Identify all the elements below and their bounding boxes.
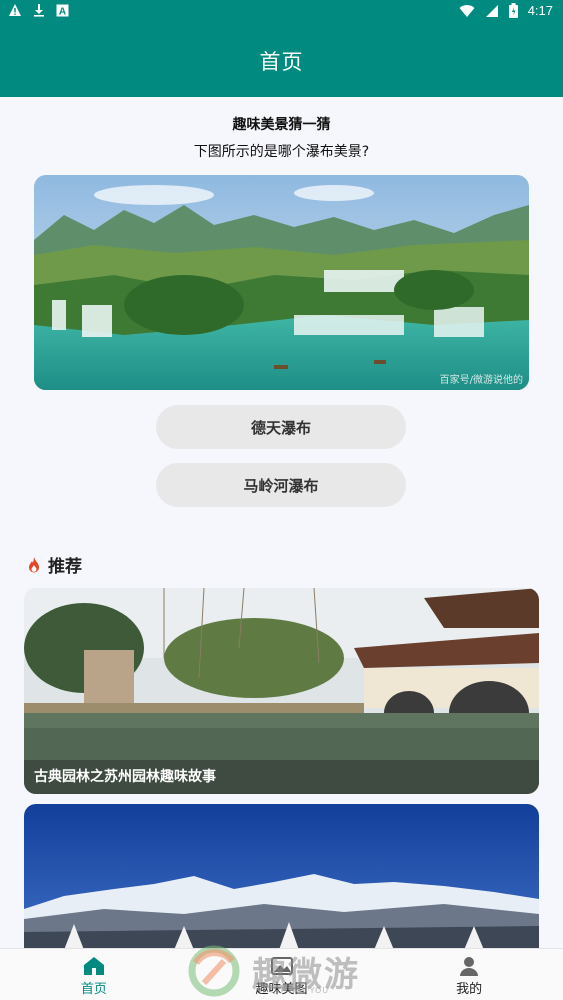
home-icon (83, 957, 104, 975)
recommend-card[interactable] (24, 804, 539, 950)
a-box-icon: A (56, 4, 69, 17)
battery-icon (508, 3, 518, 18)
fire-icon (29, 556, 39, 572)
nav-gallery[interactable]: 趣味美图 (188, 949, 376, 1000)
svg-text:A: A (59, 6, 66, 17)
recommend-card-caption: 古典园林之苏州园林趣味故事 (24, 760, 539, 794)
recommend-header: 推荐 (26, 552, 82, 577)
status-bar: A 4:17 (0, 0, 563, 24)
download-icon (34, 4, 44, 17)
app-bar: 首页 (0, 24, 563, 97)
clock: 4:17 (527, 3, 553, 18)
nav-profile-label: 我的 (456, 982, 483, 997)
page-title: 首页 (259, 49, 304, 74)
quiz-waterfall-image: 百家号/微游说他的 (34, 175, 529, 390)
nav-home-label: 首页 (80, 982, 107, 997)
nav-home[interactable]: 首页 (0, 949, 188, 1000)
quiz-question: 下图所示的是哪个瀑布美景? (193, 144, 370, 160)
wifi-icon (459, 4, 475, 17)
nav-profile[interactable]: 我的 (375, 949, 563, 1000)
option-button-2[interactable]: 马岭河瀑布 (156, 463, 406, 507)
recommend-title: 推荐 (48, 557, 82, 577)
nav-gallery-label: 趣味美图 (255, 982, 308, 997)
quiz-heading: 趣味美景猜一猜 (232, 117, 331, 133)
option-button-1[interactable]: 德天瀑布 (156, 405, 406, 449)
warning-icon (9, 4, 21, 16)
person-icon (460, 957, 479, 976)
image-icon (270, 957, 293, 975)
image-watermark: 百家号/微游说他的 (439, 375, 523, 386)
bottom-nav: 首页 趣味美图 我的 (0, 948, 563, 1000)
signal-icon (485, 4, 498, 17)
recommend-card[interactable]: 古典园林之苏州园林趣味故事 (24, 588, 539, 794)
